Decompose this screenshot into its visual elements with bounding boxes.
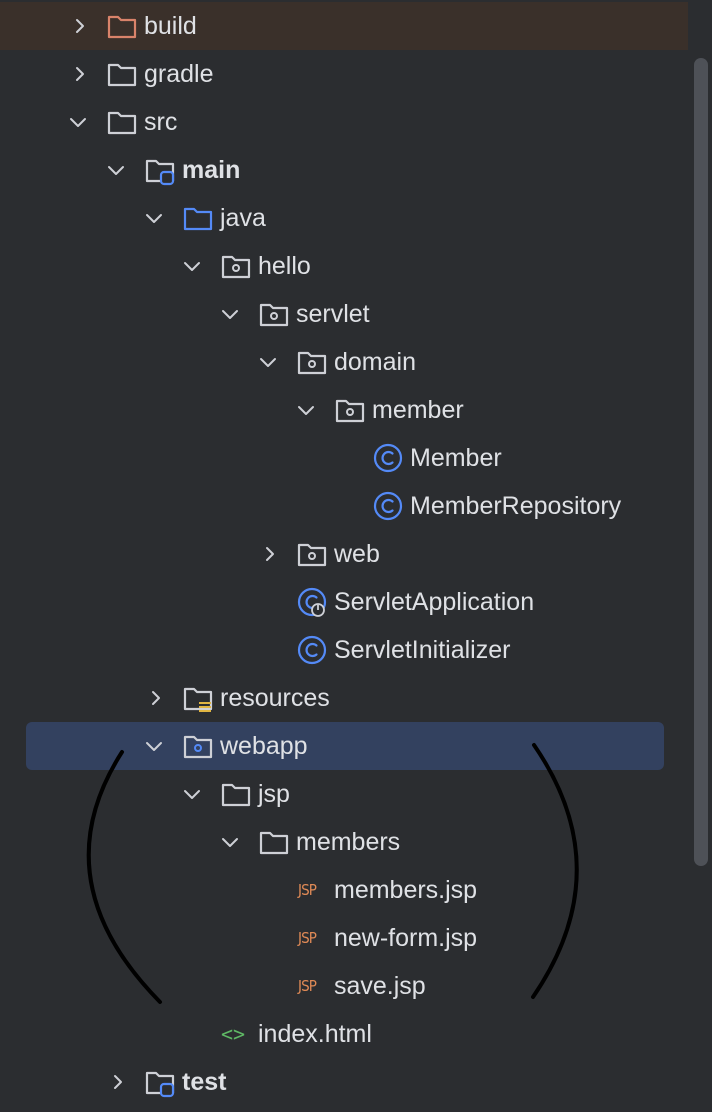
tree-item-label: test bbox=[182, 1068, 227, 1096]
chevron-down-icon[interactable] bbox=[106, 160, 126, 180]
tree-item-label: new-form.jsp bbox=[334, 924, 478, 952]
tree-item-members-folder[interactable]: members bbox=[0, 818, 688, 866]
tree-item-label: ServletApplication bbox=[334, 588, 535, 616]
chevron-down-icon[interactable] bbox=[144, 736, 164, 756]
package-icon bbox=[335, 399, 365, 423]
tree-item-label: hello bbox=[258, 252, 311, 280]
tree-item-build[interactable]: build bbox=[0, 2, 688, 50]
tree-item-label: jsp bbox=[258, 780, 290, 808]
package-icon bbox=[297, 543, 327, 567]
tree-item-label: MemberRepository bbox=[410, 492, 622, 520]
tree-item-servlet-application[interactable]: ServletApplication bbox=[0, 578, 688, 626]
tree-item-label: index.html bbox=[258, 1020, 372, 1048]
tree-item-members-jsp[interactable]: JSP members.jsp bbox=[0, 866, 688, 914]
tree-item-main[interactable]: main bbox=[0, 146, 688, 194]
chevron-right-icon[interactable] bbox=[70, 16, 90, 36]
tree-item-member-package[interactable]: member bbox=[0, 386, 688, 434]
tree-item-src[interactable]: src bbox=[0, 98, 688, 146]
tree-item-label: java bbox=[220, 204, 266, 232]
tree-item-servlet-initializer[interactable]: ServletInitializer bbox=[0, 626, 688, 674]
vertical-scrollbar[interactable] bbox=[694, 58, 708, 866]
tree-item-resources[interactable]: resources bbox=[0, 674, 688, 722]
tree-item-save-jsp[interactable]: JSP save.jsp bbox=[0, 962, 688, 1010]
tree-item-domain[interactable]: domain bbox=[0, 338, 688, 386]
package-icon bbox=[297, 351, 327, 375]
tree-item-servlet[interactable]: servlet bbox=[0, 290, 688, 338]
chevron-right-icon[interactable] bbox=[108, 1072, 128, 1092]
tree-item-test[interactable]: test bbox=[0, 1058, 688, 1106]
chevron-down-icon[interactable] bbox=[220, 832, 240, 852]
tree-item-label: servlet bbox=[296, 300, 370, 328]
tree-item-label: gradle bbox=[144, 60, 214, 88]
tree-item-label: web bbox=[334, 540, 380, 568]
tree-item-label: build bbox=[144, 12, 197, 40]
chevron-down-icon[interactable] bbox=[68, 112, 88, 132]
class-icon bbox=[373, 443, 403, 473]
jsp-file-icon: JSP bbox=[298, 977, 317, 995]
tree-item-new-form-jsp[interactable]: JSP new-form.jsp bbox=[0, 914, 688, 962]
tree-item-label: src bbox=[144, 108, 178, 136]
folder-icon bbox=[107, 63, 137, 87]
chevron-down-icon[interactable] bbox=[258, 352, 278, 372]
source-folder-icon bbox=[183, 207, 213, 231]
tree-item-label: ServletInitializer bbox=[334, 636, 511, 664]
tree-item-label: resources bbox=[220, 684, 330, 712]
package-icon bbox=[221, 255, 251, 279]
html-file-icon: <> bbox=[221, 1022, 246, 1046]
tree-item-member-class[interactable]: Member bbox=[0, 434, 688, 482]
tree-item-label: Member bbox=[410, 444, 502, 472]
folder-icon bbox=[107, 111, 137, 135]
tree-item-label: webapp bbox=[220, 732, 308, 760]
tree-item-label: members bbox=[296, 828, 401, 856]
class-icon bbox=[297, 635, 327, 665]
chevron-down-icon[interactable] bbox=[182, 784, 202, 804]
chevron-down-icon[interactable] bbox=[144, 208, 164, 228]
class-icon bbox=[373, 491, 403, 521]
tree-item-java[interactable]: java bbox=[0, 194, 688, 242]
tree-item-index-html[interactable]: <> index.html bbox=[0, 1010, 688, 1058]
tree-item-jsp-folder[interactable]: jsp bbox=[0, 770, 688, 818]
module-folder-icon bbox=[145, 1071, 175, 1098]
tree-item-label: members.jsp bbox=[334, 876, 478, 904]
resources-folder-icon bbox=[183, 687, 213, 712]
package-icon bbox=[259, 303, 289, 327]
jsp-file-icon: JSP bbox=[298, 881, 317, 899]
chevron-down-icon[interactable] bbox=[220, 304, 240, 324]
tree-item-hello[interactable]: hello bbox=[0, 242, 688, 290]
folder-icon bbox=[221, 783, 251, 807]
tree-item-gradle[interactable]: gradle bbox=[0, 50, 688, 98]
chevron-right-icon[interactable] bbox=[260, 544, 280, 564]
tree-item-webapp[interactable]: webapp bbox=[26, 722, 664, 770]
tree-item-label: save.jsp bbox=[334, 972, 426, 1000]
folder-icon bbox=[259, 831, 289, 855]
tree-item-member-repository[interactable]: MemberRepository bbox=[0, 482, 688, 530]
folder-icon bbox=[107, 15, 137, 39]
module-folder-icon bbox=[145, 159, 175, 186]
jsp-file-icon: JSP bbox=[298, 929, 317, 947]
tree-item-label: domain bbox=[334, 348, 416, 376]
chevron-down-icon[interactable] bbox=[182, 256, 202, 276]
tree-item-label: main bbox=[182, 156, 241, 184]
chevron-right-icon[interactable] bbox=[146, 688, 166, 708]
project-tree: build gradle src main java hello servlet bbox=[0, 0, 712, 1112]
chevron-down-icon[interactable] bbox=[296, 400, 316, 420]
web-folder-icon bbox=[183, 735, 213, 759]
tree-item-label: member bbox=[372, 396, 464, 424]
chevron-right-icon[interactable] bbox=[70, 64, 90, 84]
runnable-class-icon bbox=[297, 587, 327, 617]
tree-item-web[interactable]: web bbox=[0, 530, 688, 578]
